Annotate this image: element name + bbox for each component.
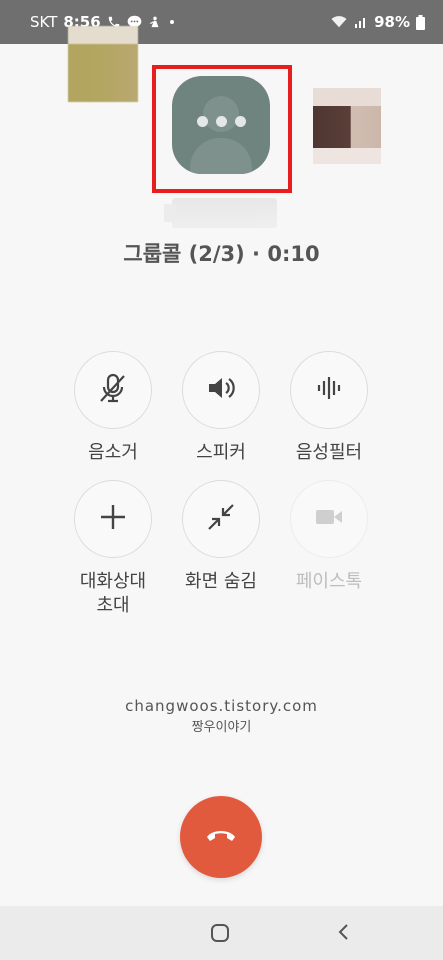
speaker-button[interactable]: 스피커 [171, 351, 271, 465]
video-icon [312, 500, 346, 538]
call-status: 그룹콜 (2/3) · 0:10 [123, 242, 320, 266]
carrier: SKT [30, 13, 58, 31]
dot-icon [168, 18, 176, 26]
invite-circle[interactable] [74, 480, 152, 558]
watermark-url: changwoos.tistory.com [125, 697, 318, 715]
speaker-circle[interactable] [182, 351, 260, 429]
wifi-icon [330, 15, 348, 29]
participant-name-blurred [164, 198, 277, 228]
facetalk-label: 페이스톡 [295, 571, 363, 592]
speaker-icon [204, 371, 238, 409]
hide-screen-circle[interactable] [182, 480, 260, 558]
watermark: changwoos.tistory.com 짱우이야기 [0, 697, 443, 735]
battery-icon [416, 14, 425, 30]
participant-avatar-left[interactable] [68, 26, 138, 102]
navigation-bar [0, 906, 443, 960]
plus-icon [96, 500, 130, 538]
mic-off-icon [96, 371, 130, 409]
watermark-nickname: 짱우이야기 [191, 720, 252, 735]
speaker-label: 스피커 [196, 442, 246, 463]
mute-button[interactable]: 음소거 [63, 351, 163, 465]
minimize-icon [204, 500, 238, 538]
participant-avatar-right[interactable] [313, 88, 381, 164]
mute-label: 음소거 [88, 442, 138, 463]
notification-icon [148, 15, 162, 30]
voice-filter-icon [312, 371, 346, 409]
hide-screen-button[interactable]: 화면 숨김 [171, 480, 271, 594]
end-call-button[interactable] [180, 796, 262, 878]
invite-button[interactable]: 대화상대 초대 [63, 480, 163, 618]
facetalk-circle[interactable] [290, 480, 368, 558]
status-bar: SKT 8:56 98% [0, 0, 443, 44]
highlight-box [152, 65, 292, 193]
invite-label: 대화상대 초대 [79, 571, 147, 616]
voice-filter-button[interactable]: 음성필터 [279, 351, 379, 465]
facetalk-button[interactable]: 페이스톡 [279, 480, 379, 594]
home-icon[interactable] [211, 924, 229, 942]
back-icon[interactable] [336, 922, 350, 946]
voice-filter-label: 음성필터 [295, 442, 363, 463]
hide-screen-label: 화면 숨김 [185, 571, 257, 592]
signal-icon [354, 15, 368, 29]
voice-filter-circle[interactable] [290, 351, 368, 429]
mute-circle[interactable] [74, 351, 152, 429]
battery-percent: 98% [374, 13, 410, 31]
hang-up-icon [204, 825, 238, 849]
